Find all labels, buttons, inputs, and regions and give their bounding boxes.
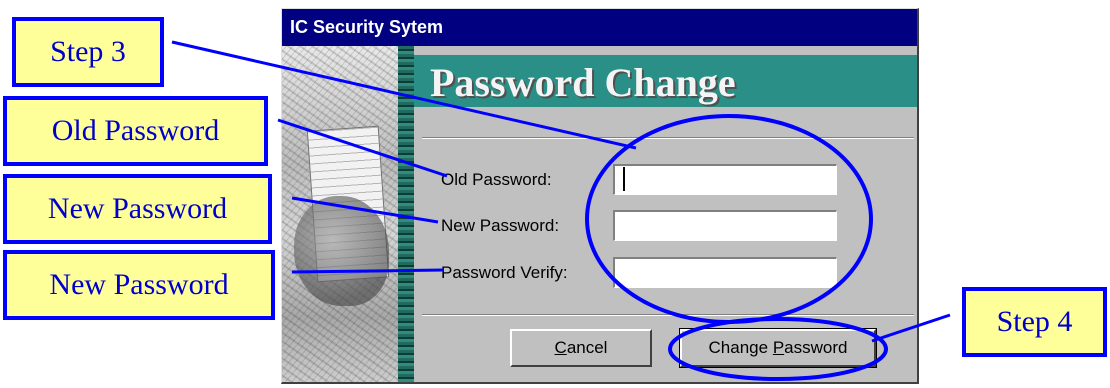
change-mnemonic: P	[772, 338, 785, 357]
security-collage-image	[282, 46, 414, 382]
password-verify-input[interactable]	[613, 257, 837, 288]
old-password-callout: Old Password	[3, 96, 268, 166]
new-password-input[interactable]	[613, 210, 837, 241]
change-password-button[interactable]: Change Password	[679, 328, 877, 368]
old-password-label: Old Password:	[441, 170, 552, 189]
old-password-input[interactable]	[613, 164, 837, 195]
password-change-dialog: IC Security Sytem Password Change Old Pa…	[281, 8, 919, 384]
step3-callout: Step 3	[12, 17, 164, 87]
new-password-callout: New Password	[3, 174, 272, 244]
divider-top	[422, 137, 914, 139]
cancel-mnemonic: C	[554, 338, 567, 357]
new-password-label: New Password:	[441, 216, 560, 235]
step4-callout: Step 4	[962, 287, 1107, 357]
decorative-stripe	[398, 46, 414, 382]
divider-bottom	[422, 314, 914, 316]
cancel-label: ancel	[566, 338, 608, 357]
verify-password-callout: New Password	[3, 250, 275, 320]
portrait-graphic	[294, 196, 389, 306]
dialog-heading: Password Change	[430, 60, 736, 105]
cancel-button[interactable]: Cancel	[510, 329, 652, 367]
text-caret	[623, 167, 625, 191]
title-bar[interactable]: IC Security Sytem	[282, 9, 917, 46]
change-label-rest: assword	[784, 338, 848, 357]
password-verify-label: Password Verify:	[441, 263, 568, 282]
change-label-prefix: Change	[708, 338, 773, 357]
